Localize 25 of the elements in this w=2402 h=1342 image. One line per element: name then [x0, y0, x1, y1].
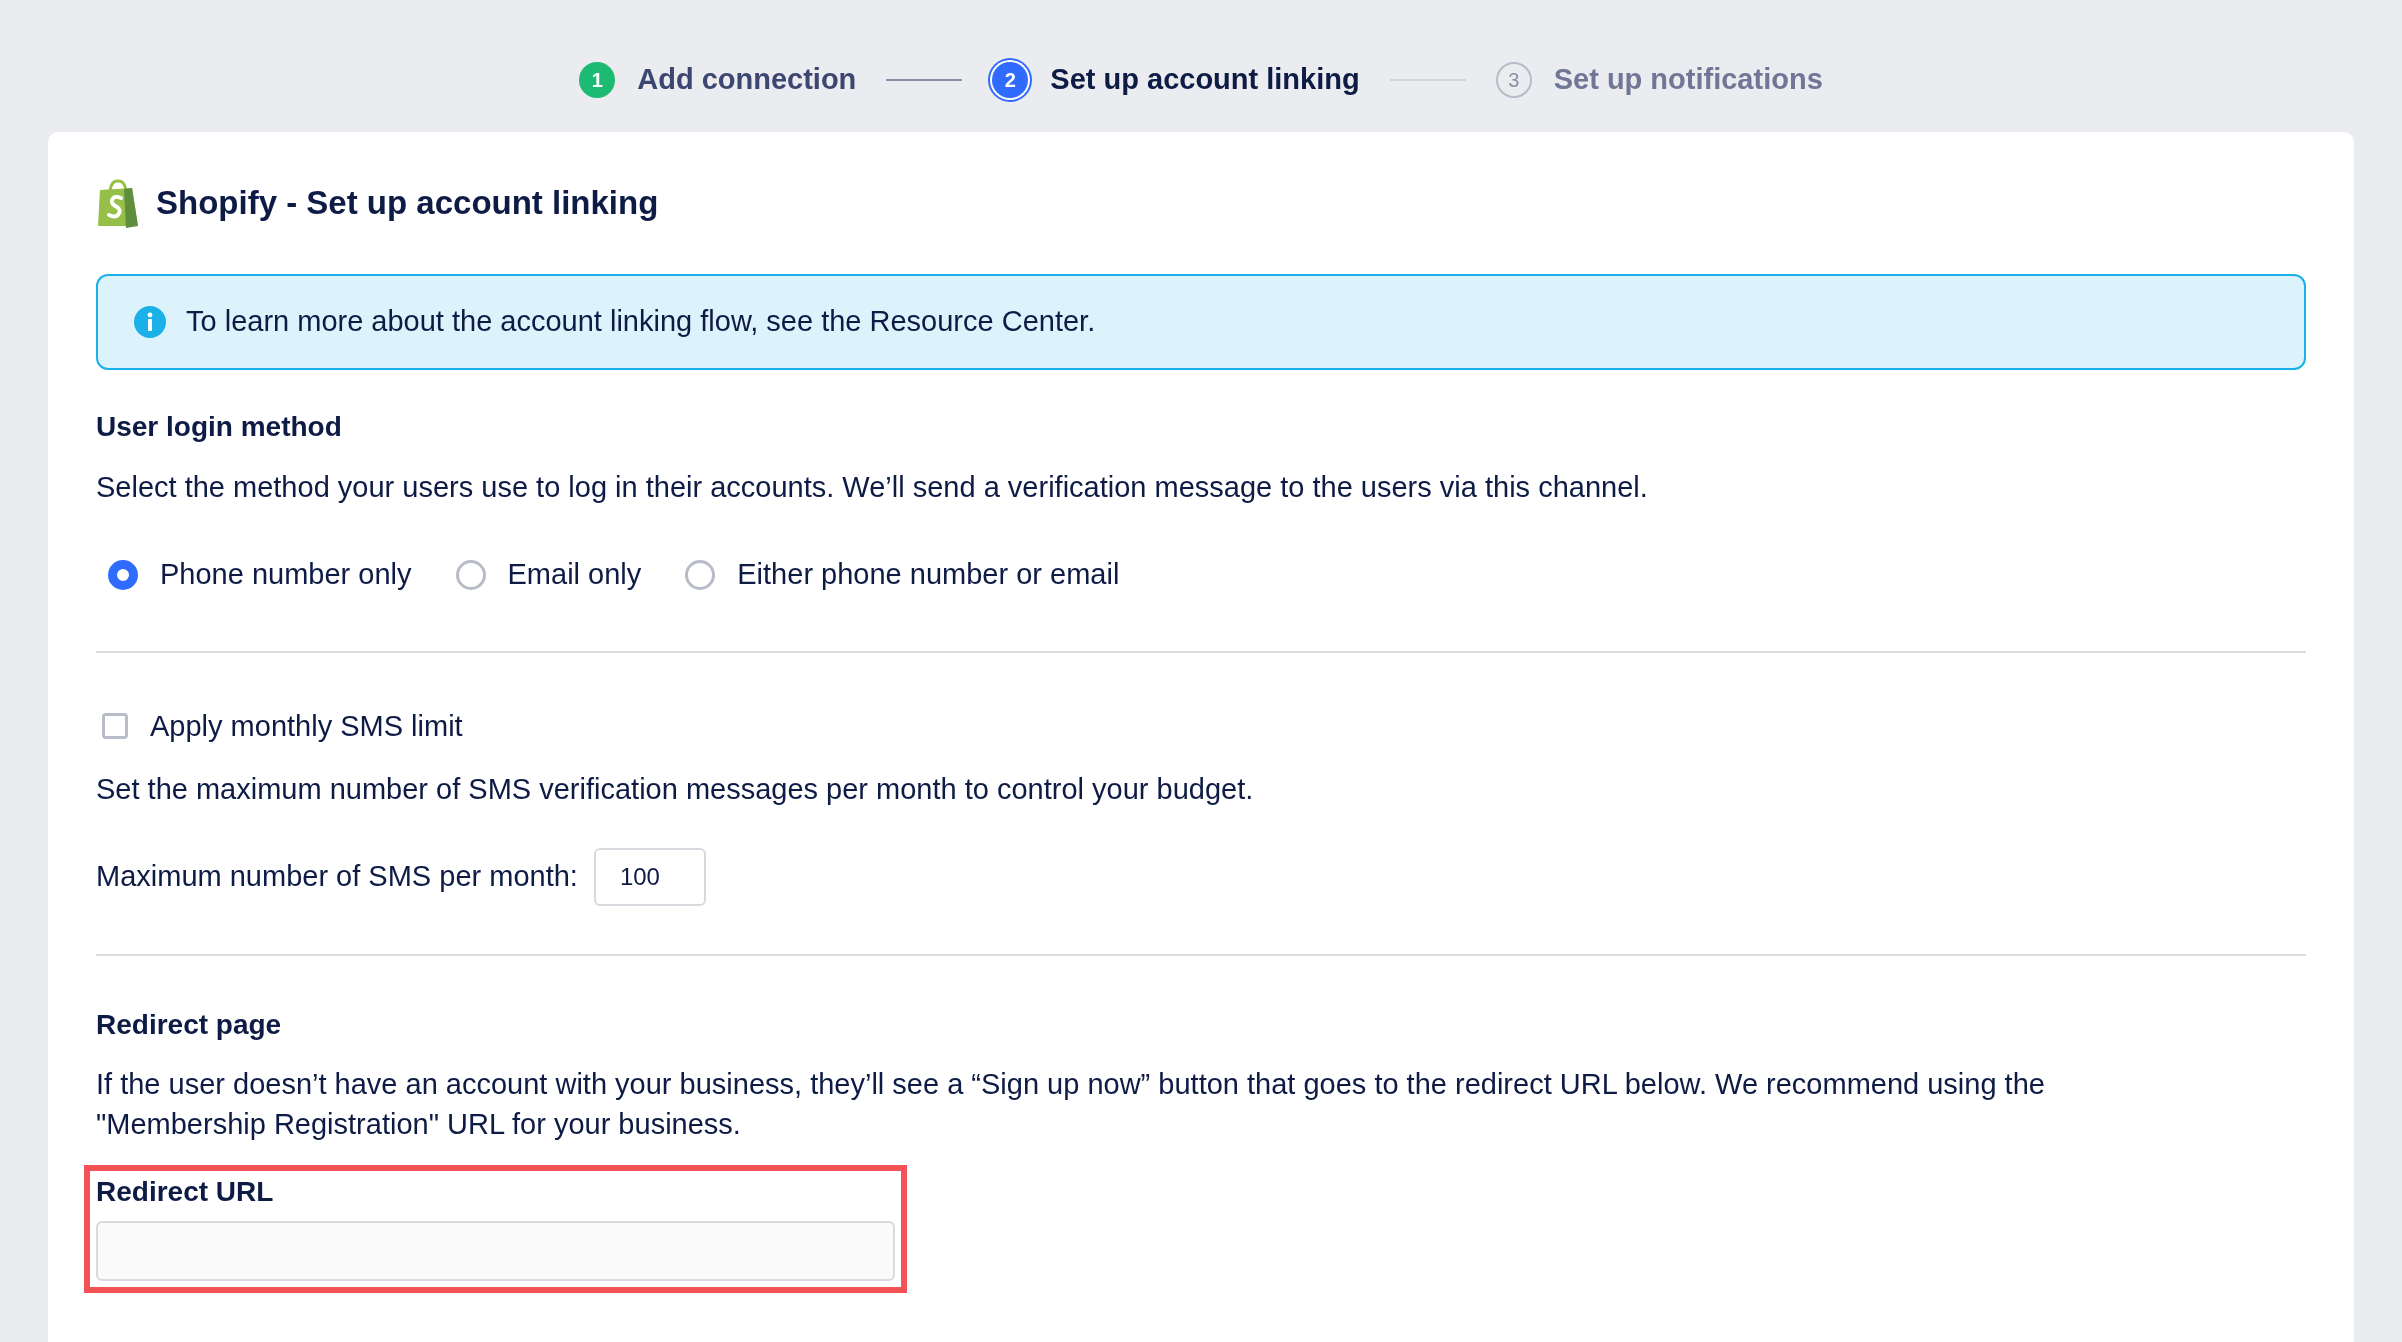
checkbox-option[interactable]: Apply monthly SMS limit	[102, 704, 2306, 748]
number-input-field[interactable]: 100	[593, 847, 706, 906]
section-description: Select the method your users use to log in their accounts. We’ll send a verification message to the users via this channel.	[96, 469, 1649, 505]
step-number: 1	[579, 62, 616, 98]
section-description: Set the maximum number of SMS verification messages per month to control your budget.	[96, 772, 1255, 807]
step-number: 3	[1495, 62, 1532, 98]
field-label: Redirect URL	[96, 1174, 275, 1209]
section-heading: User login method	[96, 409, 343, 444]
step-label: Set up notifications	[1553, 62, 1823, 98]
radio-option[interactable]: Either phone number or email	[685, 553, 1120, 597]
radio-button[interactable]	[455, 559, 486, 590]
info-icon	[134, 305, 166, 338]
url-input-field[interactable]	[96, 1220, 895, 1281]
radio-button[interactable]	[108, 559, 138, 590]
radio-button[interactable]	[685, 559, 716, 590]
page-title: Shopify - Set up account linking	[156, 183, 659, 224]
step-label: Add connection	[637, 62, 857, 98]
radio-option[interactable]: Email only	[455, 553, 642, 597]
checkbox[interactable]	[102, 713, 128, 740]
section-description: If the user doesn’t have an account with your business, they’ll see a “Sign up now” button that goes to the redirect URL below. We recommend using the "Membership Registration" URL for your business.	[96, 1066, 2046, 1143]
field-label: Maximum number of SMS per month:	[96, 858, 578, 894]
section-heading: Redirect page	[96, 1007, 283, 1042]
info-text: To learn more about the account linking flow, see the Resource Center.	[186, 304, 1096, 339]
step-label: Set up account linking	[1050, 62, 1360, 98]
radio-option[interactable]: Phone number only	[108, 553, 412, 597]
